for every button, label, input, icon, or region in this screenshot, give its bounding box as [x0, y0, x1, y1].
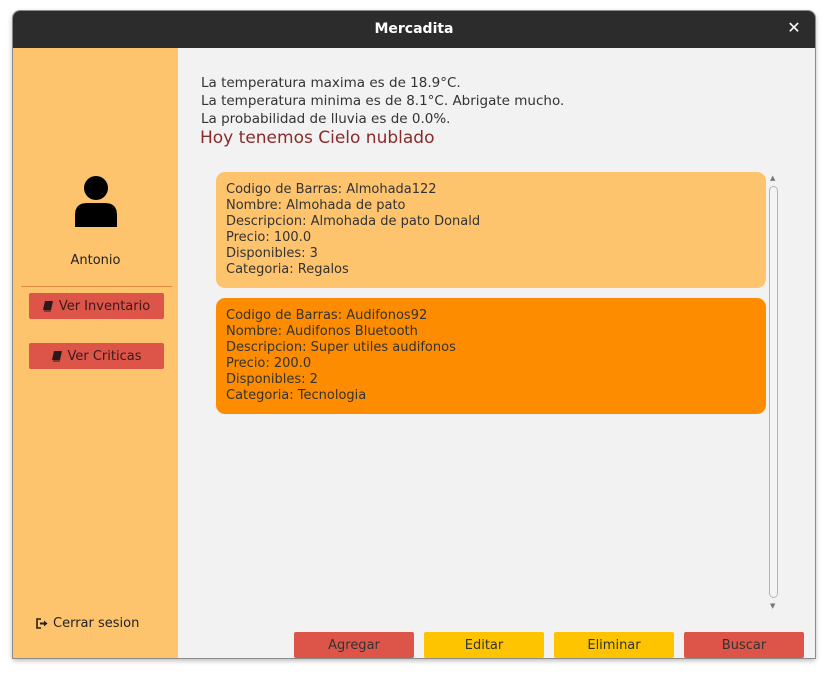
product-stock: Disponibles: 2: [226, 372, 318, 387]
sidebar: Antonio Ver Inventario Ver Criticas Cerr…: [13, 48, 178, 658]
product-barcode: Codigo de Barras: Audifonos92: [226, 308, 428, 323]
app-window: Mercadita ✕ Antonio Ver Inventario Ver C…: [13, 11, 815, 658]
window-title: Mercadita: [374, 21, 454, 37]
product-category: Categoria: Tecnologia: [226, 388, 367, 403]
product-description: Descripcion: Almohada de pato Donald: [226, 214, 481, 229]
product-card[interactable]: Codigo de Barras: Almohada122 Nombre: Al…: [216, 172, 766, 288]
agregar-button[interactable]: Agregar: [294, 632, 414, 658]
scroll-down-icon[interactable]: ▼: [770, 603, 777, 610]
product-description: Descripcion: Super utiles audifonos: [226, 340, 456, 355]
weather-max-temp: La temperatura maxima es de 18.9°C.: [201, 75, 461, 91]
username-label: Antonio: [70, 253, 121, 268]
close-icon[interactable]: ✕: [785, 19, 803, 37]
ver-inventario-label: Ver Inventario: [58, 298, 151, 314]
product-card[interactable]: Codigo de Barras: Audifonos92 Nombre: Au…: [216, 298, 766, 414]
scrollbar-track[interactable]: [769, 186, 778, 598]
book-icon: [42, 300, 53, 311]
logout-label: Cerrar sesion: [53, 616, 140, 631]
product-stock: Disponibles: 3: [226, 246, 318, 261]
product-barcode: Codigo de Barras: Almohada122: [226, 182, 437, 197]
scroll-up-icon[interactable]: ▲: [770, 175, 777, 182]
buscar-button[interactable]: Buscar: [684, 632, 804, 658]
title-bar: Mercadita ✕: [13, 11, 815, 48]
user-avatar-icon: [75, 176, 117, 227]
sign-out-icon: [36, 618, 48, 629]
eliminar-button[interactable]: Eliminar: [554, 632, 674, 658]
main-panel: La temperatura maxima es de 18.9°C. La t…: [178, 48, 815, 658]
product-name: Nombre: Almohada de pato: [226, 198, 406, 213]
product-list-scrollbar[interactable]: ▲ ▼: [767, 173, 780, 613]
product-price: Precio: 200.0: [226, 356, 312, 371]
editar-button[interactable]: Editar: [424, 632, 544, 658]
product-name: Nombre: Audifonos Bluetooth: [226, 324, 418, 339]
weather-min-temp: La temperatura minima es de 8.1°C. Abrig…: [201, 93, 565, 109]
product-category: Categoria: Regalos: [226, 262, 349, 277]
weather-rain-probability: La probabilidad de lluvia es de 0.0%.: [201, 111, 451, 127]
weather-headline: Hoy tenemos Cielo nublado: [200, 128, 435, 148]
ver-criticas-label: Ver Criticas: [67, 348, 142, 364]
book-icon: [51, 350, 62, 361]
product-price: Precio: 100.0: [226, 230, 312, 245]
sidebar-divider: [21, 286, 172, 287]
ver-criticas-button[interactable]: Ver Criticas: [29, 343, 164, 369]
logout-link[interactable]: Cerrar sesion: [36, 616, 139, 631]
ver-inventario-button[interactable]: Ver Inventario: [29, 293, 164, 319]
